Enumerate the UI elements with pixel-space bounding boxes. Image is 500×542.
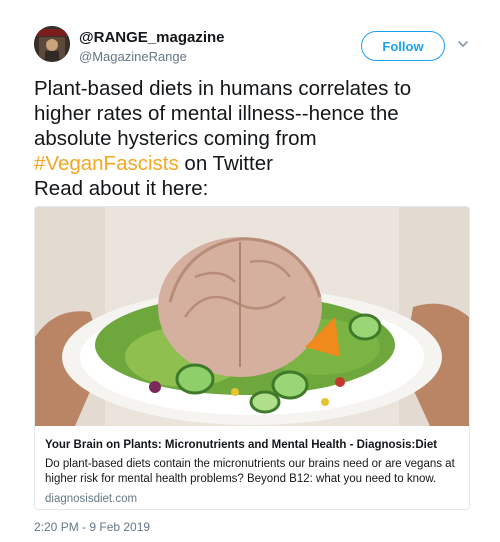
tweet-line-rest: on Twitter <box>178 152 273 175</box>
card-image[interactable] <box>35 207 469 426</box>
card-body: Your Brain on Plants: Micronutrients and… <box>35 427 469 507</box>
card-title[interactable]: Your Brain on Plants: Micronutrients and… <box>45 438 459 453</box>
tweet-line: higher rates of mental illness--hence th… <box>34 102 399 125</box>
tweet-line: Plant-based diets in humans correlates t… <box>34 77 412 100</box>
avatar[interactable] <box>34 26 70 62</box>
follow-button[interactable]: Follow <box>361 31 445 61</box>
tweet-line-hashtag: #VeganFascists on Twitter <box>34 151 490 176</box>
tweet-line: Read about it here: <box>34 177 209 200</box>
user-info: @RANGE_magazine @MagazineRange <box>79 29 225 65</box>
card-description: Do plant-based diets contain the micronu… <box>45 458 455 485</box>
display-name[interactable]: @RANGE_magazine <box>79 29 225 47</box>
timestamp[interactable]: 2:20 PM - 9 Feb 2019 <box>34 520 150 534</box>
hashtag-link[interactable]: #VeganFascists <box>34 152 179 175</box>
link-card[interactable]: Your Brain on Plants: Micronutrients and… <box>34 206 470 510</box>
user-handle[interactable]: @MagazineRange <box>79 49 225 65</box>
tweet-container: @RANGE_magazine @MagazineRange Follow Pl… <box>0 0 500 542</box>
tweet-text: Plant-based diets in humans correlates t… <box>34 76 490 201</box>
card-domain[interactable]: diagnosisdiet.com <box>45 492 459 507</box>
tweet-line: absolute hysterics coming from <box>34 127 317 150</box>
chevron-down-icon[interactable] <box>457 39 469 49</box>
